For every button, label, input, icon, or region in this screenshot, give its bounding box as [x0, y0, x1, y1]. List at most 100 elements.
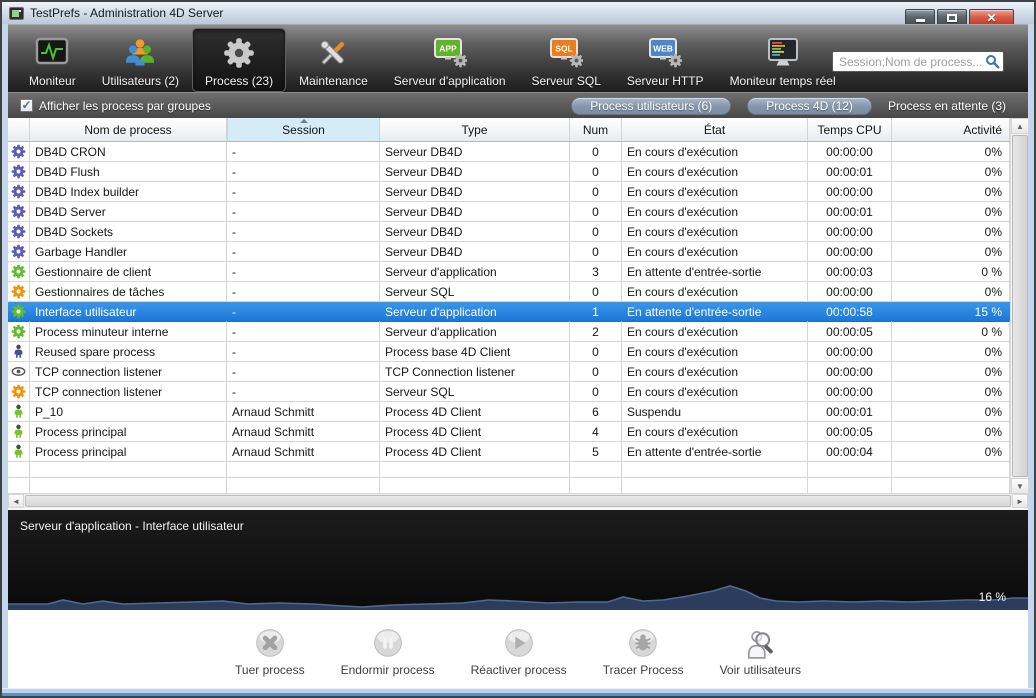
column-header-temps-cpu[interactable]: Temps CPU — [808, 118, 892, 141]
cell-cpu-time: 00:00:58 — [808, 302, 892, 322]
column-header-nom-de-process[interactable]: Nom de process — [30, 118, 227, 141]
action-button-endormir-process[interactable]: Endormir process — [341, 627, 435, 677]
cell-cpu-time: 00:00:00 — [808, 142, 892, 162]
search-icon[interactable] — [985, 54, 1000, 69]
table-row[interactable]: DB4D Flush-Serveur DB4D0En cours d'exécu… — [8, 162, 1010, 182]
table-row[interactable]: DB4D CRON-Serveur DB4D0En cours d'exécut… — [8, 142, 1010, 162]
cell-cpu-time: 00:00:00 — [808, 222, 892, 242]
title-bar[interactable]: TestPrefs - Administration 4D Server ✕ — [2, 2, 1034, 24]
cell-type: Serveur DB4D — [380, 242, 570, 262]
scroll-left-icon[interactable]: ◄ — [8, 494, 24, 508]
cell-process-name: Process principal — [30, 442, 227, 462]
column-header-tat[interactable]: État — [622, 118, 808, 141]
action-bar: Tuer process Endormir process Réactiver … — [8, 610, 1028, 688]
cell-type: Process 4D Client — [380, 442, 570, 462]
cell-num: 0 — [570, 242, 622, 262]
cell-activity: 0 % — [892, 322, 1010, 342]
cell-activity: 0% — [892, 142, 1010, 162]
activity-graph — [8, 575, 1028, 610]
toolbar-item-serveur-http[interactable]: WEB Serveur HTTP — [614, 28, 717, 92]
cell-process-name: Garbage Handler — [30, 242, 227, 262]
table-row[interactable]: Reused spare process-Process base 4D Cli… — [8, 342, 1010, 362]
column-header-num[interactable]: Num — [570, 118, 622, 141]
cell-session: - — [227, 262, 380, 282]
table-row[interactable]: DB4D Server-Serveur DB4D0En cours d'exéc… — [8, 202, 1010, 222]
cell-process-name: DB4D Flush — [30, 162, 227, 182]
table-row[interactable]: DB4D Index builder-Serveur DB4D0En cours… — [8, 182, 1010, 202]
svg-text:SQL: SQL — [555, 44, 572, 54]
svg-text:WEB: WEB — [653, 44, 673, 54]
table-row[interactable]: Process principalArnaud SchmittProcess 4… — [8, 422, 1010, 442]
gear-purple-icon — [8, 202, 30, 222]
realtime-monitor-icon — [765, 33, 801, 73]
user-processes-button[interactable]: Process utilisateurs (6) — [571, 97, 731, 115]
table-row[interactable]: TCP connection listener-Serveur SQL0En c… — [8, 382, 1010, 402]
eye-icon — [8, 362, 30, 382]
toolbar-item-label: Serveur SQL — [532, 74, 601, 88]
toolbar-item-maintenance[interactable]: Maintenance — [286, 28, 381, 92]
table-row[interactable]: Gestionnaire de client-Serveur d'applica… — [8, 262, 1010, 282]
web-server-icon: WEB — [648, 33, 682, 73]
table-row[interactable]: Interface utilisateur-Serveur d'applicat… — [8, 302, 1010, 322]
toolbar-item-moniteur-temps-r-el[interactable]: Moniteur temps réel — [717, 28, 849, 92]
table-row[interactable]: DB4D Sockets-Serveur DB4D0En cours d'exé… — [8, 222, 1010, 242]
cell-type: Serveur DB4D — [380, 162, 570, 182]
cell-state: En attente d'entrée-sortie — [622, 262, 808, 282]
vertical-scrollbar-thumb[interactable] — [1012, 135, 1028, 477]
cell-cpu-time: 00:00:05 — [808, 422, 892, 442]
table-row[interactable]: TCP connection listener-TCP Connection l… — [8, 362, 1010, 382]
column-header-type[interactable]: Type — [380, 118, 570, 141]
cell-process-name: Process minuteur interne — [30, 322, 227, 342]
cell-session: - — [227, 182, 380, 202]
cell-state: En cours d'exécution — [622, 322, 808, 342]
table-row[interactable]: P_10Arnaud SchmittProcess 4D Client6Susp… — [8, 402, 1010, 422]
table-row[interactable]: Process principalArnaud SchmittProcess 4… — [8, 442, 1010, 462]
horizontal-scrollbar[interactable]: ◄ ► — [8, 494, 1028, 510]
scroll-down-icon[interactable]: ▼ — [1011, 478, 1029, 494]
search-input[interactable] — [839, 55, 985, 69]
action-button-voir-utilisateurs[interactable]: Voir utilisateurs — [720, 627, 801, 677]
cell-state: En cours d'exécution — [622, 182, 808, 202]
cell-activity: 0% — [892, 422, 1010, 442]
window-title: TestPrefs - Administration 4D Server — [30, 6, 223, 20]
action-button-label: Tuer process — [235, 663, 305, 677]
table-row[interactable]: Process minuteur interne-Serveur d'appli… — [8, 322, 1010, 342]
scroll-right-icon[interactable]: ► — [1012, 494, 1028, 508]
search-box[interactable] — [832, 51, 1004, 72]
vertical-scrollbar[interactable]: ▲ ▼ — [1010, 118, 1028, 494]
action-button-label: Tracer Process — [603, 663, 684, 677]
cell-activity: 0% — [892, 162, 1010, 182]
cell-session: - — [227, 242, 380, 262]
toolbar-item-utilisateurs-2[interactable]: Utilisateurs (2) — [89, 28, 192, 92]
cell-activity: 0% — [892, 362, 1010, 382]
table-row[interactable]: Garbage Handler-Serveur DB4D0En cours d'… — [8, 242, 1010, 262]
cell-session: - — [227, 222, 380, 242]
action-button-label: Réactiver process — [471, 663, 567, 677]
toolbar-item-serveur-d-application[interactable]: APP Serveur d'application — [381, 28, 519, 92]
action-button-r-activer-process[interactable]: Réactiver process — [471, 627, 567, 677]
horizontal-scrollbar-thumb[interactable] — [25, 495, 1011, 507]
cell-cpu-time: 00:00:05 — [808, 322, 892, 342]
group-processes-checkbox[interactable]: ✓ — [20, 99, 33, 112]
column-header-session[interactable]: Session — [227, 118, 380, 141]
gear-purple-icon — [8, 162, 30, 182]
action-button-tracer-process[interactable]: Tracer Process — [603, 627, 684, 677]
action-button-tuer-process[interactable]: Tuer process — [235, 627, 305, 677]
toolbar-item-process-23[interactable]: Process (23) — [192, 28, 286, 92]
toolbar-item-serveur-sql[interactable]: SQL Serveur SQL — [519, 28, 614, 92]
cell-cpu-time: 00:00:00 — [808, 342, 892, 362]
scroll-up-icon[interactable]: ▲ — [1011, 118, 1029, 134]
toolbar-item-moniteur[interactable]: Moniteur — [16, 28, 89, 92]
4d-processes-button[interactable]: Process 4D (12) — [747, 97, 872, 115]
column-header-activit[interactable]: Activité — [892, 118, 1010, 141]
table-row[interactable]: Gestionnaires de tâches-Serveur SQL0En c… — [8, 282, 1010, 302]
cell-num: 0 — [570, 362, 622, 382]
gear-orange-icon — [8, 382, 30, 402]
cell-state: En attente d'entrée-sortie — [622, 302, 808, 322]
process-table: DB4D CRON-Serveur DB4D0En cours d'exécut… — [8, 142, 1010, 494]
kill-icon — [254, 627, 286, 661]
column-header-icon[interactable] — [8, 118, 30, 141]
cell-cpu-time: 00:00:01 — [808, 162, 892, 182]
cell-activity: 0 % — [892, 262, 1010, 282]
gear-purple-icon — [8, 182, 30, 202]
